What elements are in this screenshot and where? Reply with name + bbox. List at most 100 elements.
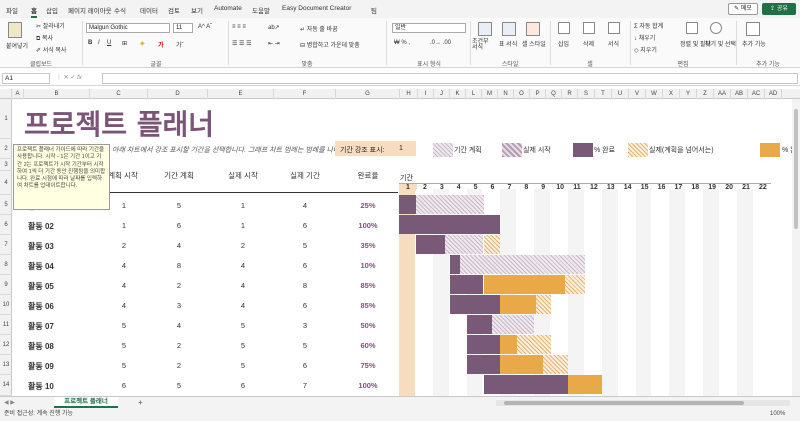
- table-format-icon[interactable]: [502, 22, 516, 36]
- plan-start-cell[interactable]: 4: [104, 301, 144, 310]
- plan-duration-cell[interactable]: 6: [159, 221, 199, 230]
- plan-duration-cell[interactable]: 2: [159, 341, 199, 350]
- percent-complete-cell[interactable]: 35%: [348, 241, 388, 250]
- actual-start-cell[interactable]: 4: [223, 301, 263, 310]
- column-header[interactable]: M: [482, 89, 498, 99]
- format-cells-icon[interactable]: [608, 22, 620, 34]
- actual-start-cell[interactable]: 1: [223, 221, 263, 230]
- column-header[interactable]: S: [578, 89, 595, 99]
- percent-complete-cell[interactable]: 25%: [348, 201, 388, 210]
- task-name[interactable]: 활동 06: [28, 301, 54, 312]
- menu-item[interactable]: 수식: [114, 5, 126, 15]
- fill-color-icon[interactable]: ◈: [140, 40, 145, 47]
- plan-duration-cell[interactable]: 2: [159, 361, 199, 370]
- actual-start-cell[interactable]: 1: [223, 201, 263, 210]
- sort-filter-icon[interactable]: [686, 22, 698, 34]
- column-header[interactable]: W: [646, 89, 663, 99]
- vertical-scroll-thumb[interactable]: [794, 109, 798, 229]
- sheet-tab-active[interactable]: 프로젝트 플래너: [54, 397, 118, 408]
- column-header[interactable]: H: [400, 89, 418, 99]
- actual-duration-cell[interactable]: 4: [285, 201, 325, 210]
- worksheet[interactable]: 프로젝트 플래너 아래 차트에서 강조 표시할 기간을 선택합니다. 그래프 차…: [12, 99, 800, 396]
- column-header[interactable]: K: [450, 89, 466, 99]
- actual-duration-cell[interactable]: 5: [285, 341, 325, 350]
- plan-start-cell[interactable]: 1: [104, 221, 144, 230]
- period-value[interactable]: 1: [399, 145, 403, 152]
- column-header[interactable]: P: [530, 89, 546, 99]
- row-header[interactable]: 12: [0, 335, 12, 355]
- plan-duration-cell[interactable]: 4: [159, 241, 199, 250]
- column-header[interactable]: J: [434, 89, 450, 99]
- bold-icon[interactable]: B: [88, 40, 92, 46]
- percent-complete-cell[interactable]: 85%: [348, 301, 388, 310]
- currency-icon[interactable]: ₩ % ,: [394, 40, 410, 46]
- zoom-level[interactable]: 100%: [770, 408, 785, 421]
- insert-button[interactable]: 삽입: [558, 39, 569, 48]
- row-header[interactable]: 3: [0, 159, 12, 171]
- plan-start-cell[interactable]: 5: [104, 321, 144, 330]
- align-left-icon[interactable]: ☰ ☰ ☰: [232, 40, 251, 47]
- plan-duration-cell[interactable]: 5: [159, 381, 199, 390]
- actual-duration-cell[interactable]: 5: [285, 241, 325, 250]
- add-ins-icon[interactable]: [746, 22, 760, 36]
- row-header[interactable]: 2: [0, 139, 12, 159]
- column-header[interactable]: D: [148, 89, 208, 99]
- column-header[interactable]: Z: [697, 89, 714, 99]
- cut-button[interactable]: ✂ 잘라내기: [36, 21, 65, 30]
- format-button[interactable]: 서식: [608, 39, 619, 48]
- cell-styles-button[interactable]: 셀 스타일: [522, 39, 546, 48]
- italic-icon[interactable]: I: [98, 40, 100, 46]
- plan-duration-cell[interactable]: 3: [159, 301, 199, 310]
- column-header[interactable]: E: [208, 89, 274, 99]
- menu-item[interactable]: 검토: [168, 5, 180, 15]
- find-select-button[interactable]: 찾기 및 선택: [705, 39, 736, 48]
- wrap-button[interactable]: ↵ 자동 줄 바꿈: [300, 24, 338, 33]
- select-all-corner[interactable]: [0, 89, 12, 99]
- task-name[interactable]: 활동 02: [28, 221, 54, 232]
- menu-item[interactable]: Easy Document Creator: [282, 5, 351, 12]
- menu-item[interactable]: 팀: [371, 5, 377, 15]
- clear-button[interactable]: ◇ 지우기: [634, 45, 657, 54]
- menu-item[interactable]: 도움말: [252, 5, 270, 15]
- horizontal-scrollbar[interactable]: [496, 400, 790, 406]
- actual-start-cell[interactable]: 6: [223, 381, 263, 390]
- merge-button[interactable]: ⊟ 병합하고 가운데 맞춤: [300, 40, 360, 49]
- column-header[interactable]: B: [24, 89, 90, 99]
- indent-icon[interactable]: ⇤ ⇥: [268, 40, 280, 47]
- menu-item[interactable]: 페이지 레이아웃: [68, 5, 112, 15]
- column-header[interactable]: R: [562, 89, 578, 99]
- row-header[interactable]: 11: [0, 315, 12, 335]
- column-header[interactable]: AD: [765, 89, 782, 99]
- conditional-format-button[interactable]: 조건부 서식: [472, 39, 494, 51]
- actual-start-cell[interactable]: 5: [223, 341, 263, 350]
- table-format-button[interactable]: 표 서식: [499, 39, 517, 48]
- menu-item[interactable]: 홈: [31, 5, 37, 18]
- name-box[interactable]: A1: [2, 73, 50, 84]
- formula-input[interactable]: [102, 73, 798, 84]
- delete-cells-icon[interactable]: [583, 22, 595, 34]
- format-painter-button[interactable]: ✐ 서식 복사: [36, 45, 66, 54]
- percent-complete-cell[interactable]: 75%: [348, 361, 388, 370]
- font-size-select[interactable]: 11: [173, 23, 193, 33]
- column-header[interactable]: Y: [680, 89, 697, 99]
- font-color-icon[interactable]: 가: [158, 40, 164, 49]
- plan-start-cell[interactable]: 2: [104, 241, 144, 250]
- delete-button[interactable]: 삭제: [583, 39, 594, 48]
- cell-styles-icon[interactable]: [526, 22, 540, 36]
- vertical-scrollbar[interactable]: [792, 99, 800, 396]
- add-ins-button[interactable]: 추가 기능: [742, 39, 766, 48]
- menu-item[interactable]: 보기: [191, 5, 203, 15]
- conditional-format-icon[interactable]: [478, 22, 492, 36]
- row-header[interactable]: 5: [0, 195, 12, 215]
- phonetic-icon[interactable]: 가ˇ: [176, 40, 184, 49]
- paste-button[interactable]: 붙여넣기: [6, 41, 28, 50]
- column-header[interactable]: F: [274, 89, 336, 99]
- copy-button[interactable]: ⧉ 복사: [36, 33, 53, 43]
- actual-start-cell[interactable]: 4: [223, 281, 263, 290]
- percent-complete-cell[interactable]: 60%: [348, 341, 388, 350]
- column-header[interactable]: V: [629, 89, 646, 99]
- menu-item[interactable]: Automate: [214, 5, 242, 12]
- column-header[interactable]: AB: [731, 89, 748, 99]
- column-header[interactable]: I: [418, 89, 434, 99]
- task-name[interactable]: 활동 09: [28, 361, 54, 372]
